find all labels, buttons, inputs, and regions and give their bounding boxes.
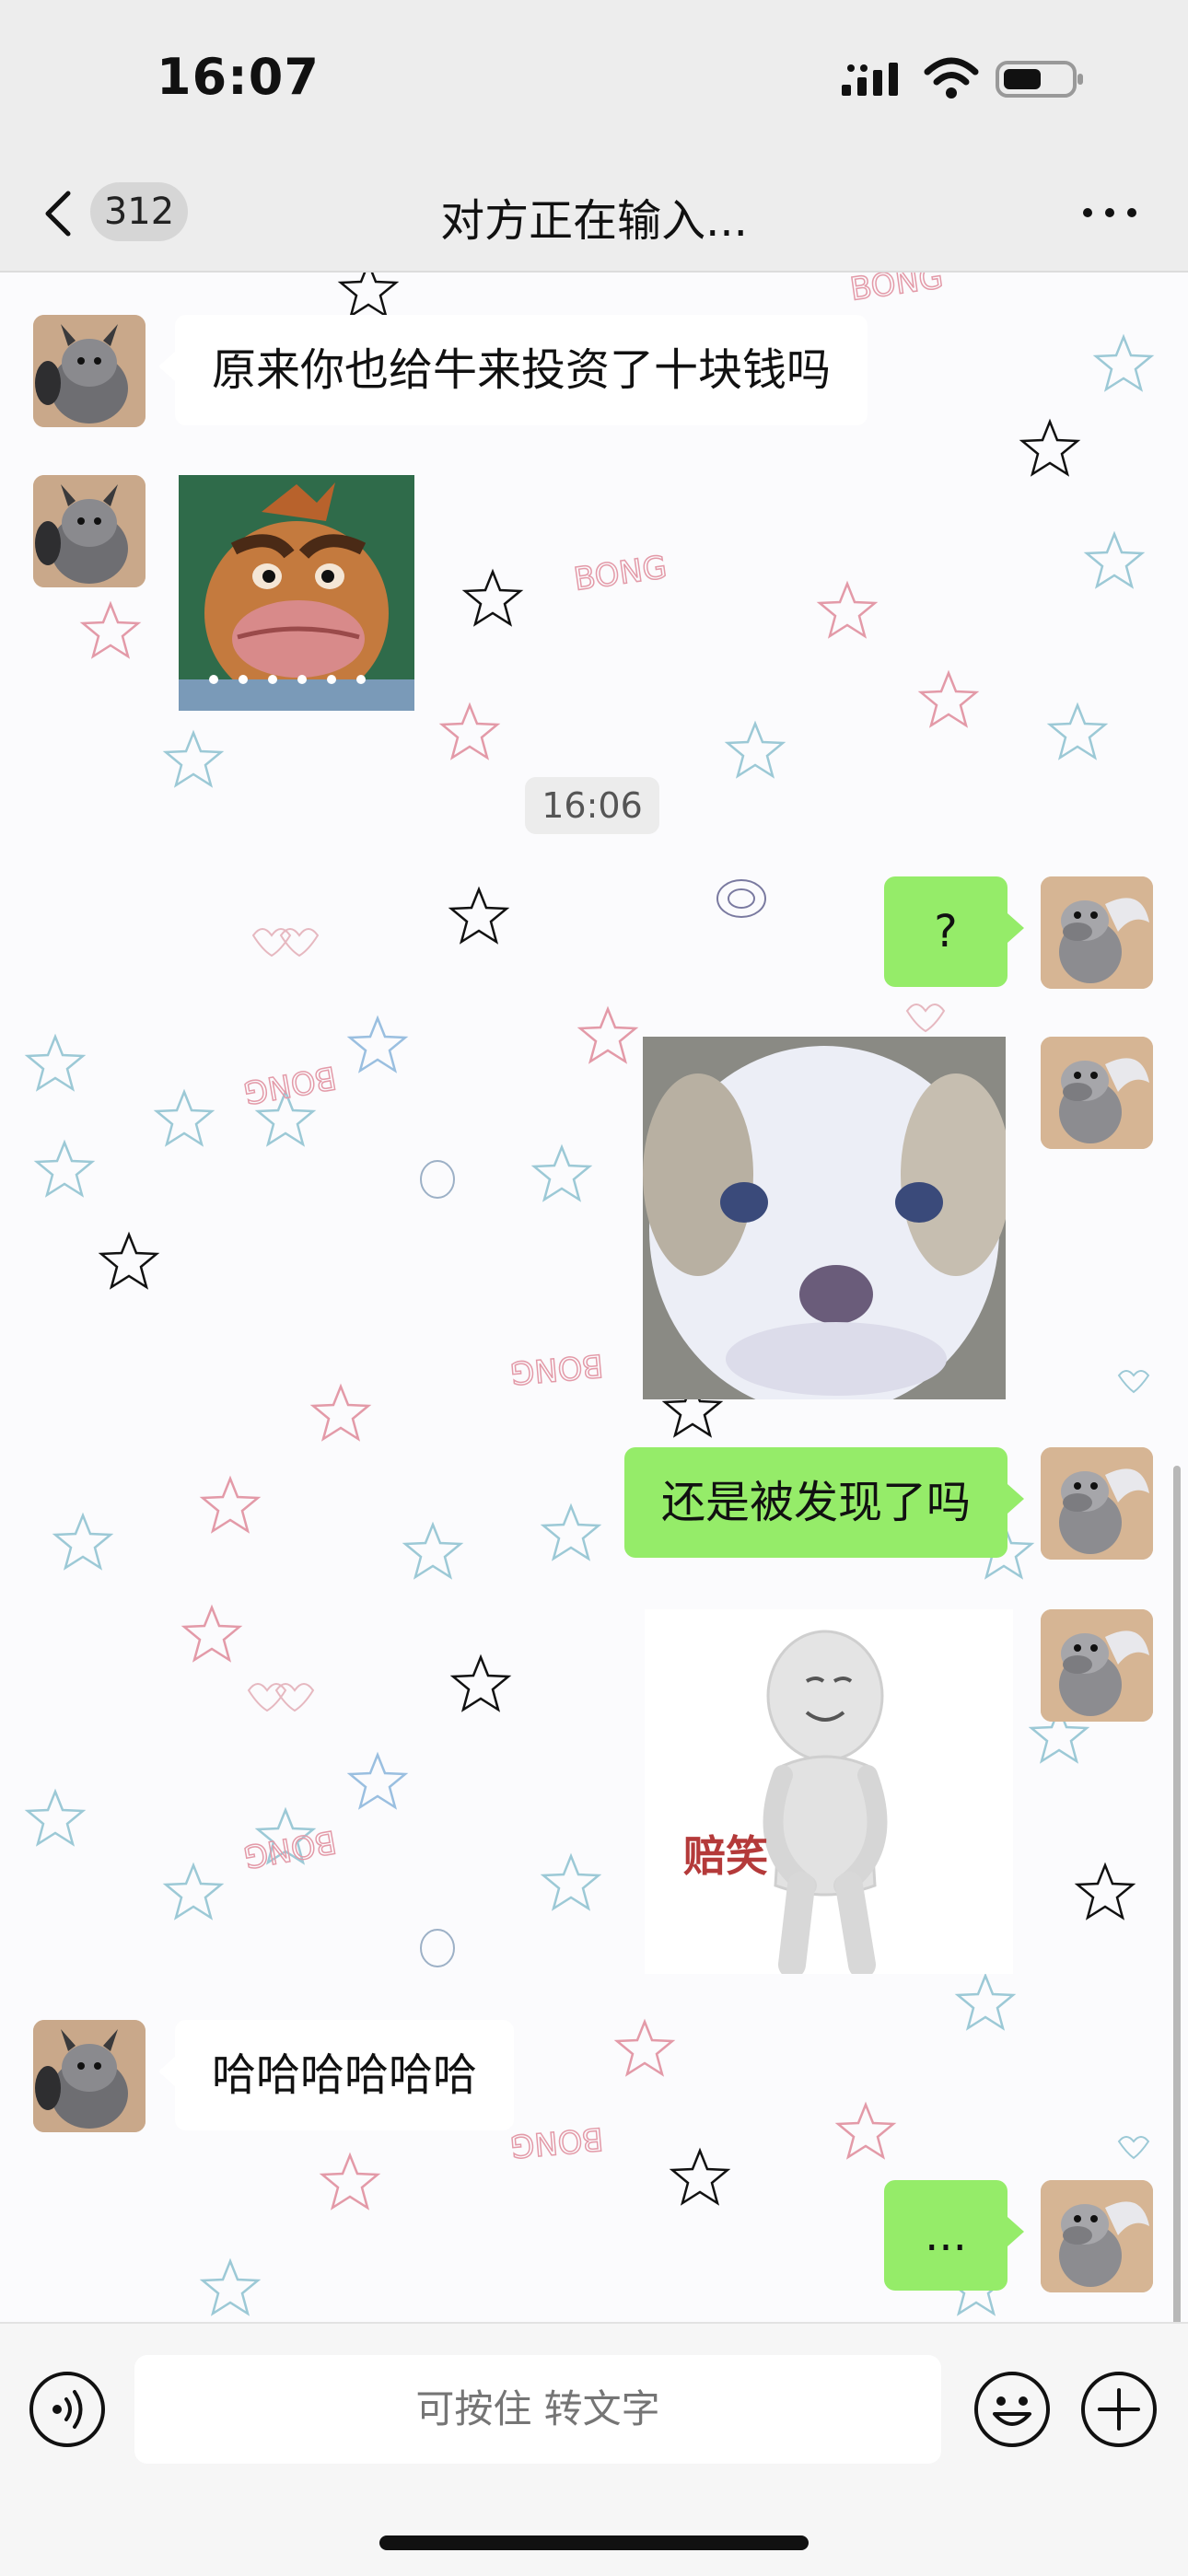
- cellular-signal-icon: [842, 63, 898, 96]
- self-avatar[interactable]: [1041, 876, 1153, 989]
- message-row: ?: [0, 876, 1188, 991]
- contact-avatar[interactable]: [33, 2020, 146, 2132]
- message-row: [0, 1037, 1188, 1405]
- message-input[interactable]: [134, 2355, 941, 2464]
- message-bubble[interactable]: 还是被发现了吗: [624, 1447, 1025, 1558]
- sticker-caption: 赔笑: [683, 1831, 768, 1881]
- svg-text:BONG: BONG: [848, 273, 946, 308]
- battery-icon: [996, 61, 1083, 98]
- plus-icon[interactable]: [1079, 2370, 1159, 2449]
- input-bar: [0, 2322, 1188, 2576]
- message-row: 原来你也给牛来投资了十块钱吗: [0, 315, 1188, 429]
- message-row: 哈哈哈哈哈哈: [0, 2020, 1188, 2134]
- message-bubble[interactable]: 哈哈哈哈哈哈: [157, 2020, 515, 2130]
- message-bubble[interactable]: 原来你也给牛来投资了十块钱吗: [157, 315, 868, 425]
- status-time: 16:07: [157, 48, 320, 106]
- contact-avatar[interactable]: [33, 315, 146, 427]
- funny-bird-face-sticker[interactable]: [179, 475, 414, 711]
- status-bar: 16:07: [0, 0, 1188, 157]
- emoji-icon[interactable]: [973, 2370, 1052, 2449]
- self-avatar[interactable]: [1041, 2180, 1153, 2292]
- contact-avatar[interactable]: [33, 475, 146, 587]
- self-avatar[interactable]: [1041, 1447, 1153, 1560]
- scrollbar[interactable]: [1173, 1466, 1181, 2322]
- message-bubble[interactable]: ...: [884, 2180, 1024, 2291]
- self-avatar[interactable]: [1041, 1037, 1153, 1149]
- white-figure-sticker[interactable]: 赔笑: [645, 1609, 1013, 1974]
- voice-icon[interactable]: [28, 2370, 107, 2449]
- self-avatar[interactable]: [1041, 1609, 1153, 1722]
- chat-title: 对方正在输入...: [440, 195, 748, 247]
- message-bubble[interactable]: ?: [884, 876, 1024, 987]
- message-row: 还是被发现了吗: [0, 1447, 1188, 1561]
- blurry-puppy-sticker[interactable]: [643, 1037, 1006, 1399]
- home-indicator: [379, 2535, 809, 2550]
- chat-message-list[interactable]: BONG BONG BONG BONG BONG BONG 原来你也给牛来投资了…: [0, 273, 1188, 2322]
- message-row: [0, 475, 1188, 714]
- wifi-icon: [924, 57, 979, 99]
- message-row: 赔笑: [0, 1609, 1188, 1978]
- message-row: ...: [0, 2180, 1188, 2294]
- more-options-button[interactable]: [1077, 184, 1142, 239]
- chat-header: 312 对方正在输入...: [0, 157, 1188, 273]
- message-timestamp: 16:06: [525, 777, 659, 834]
